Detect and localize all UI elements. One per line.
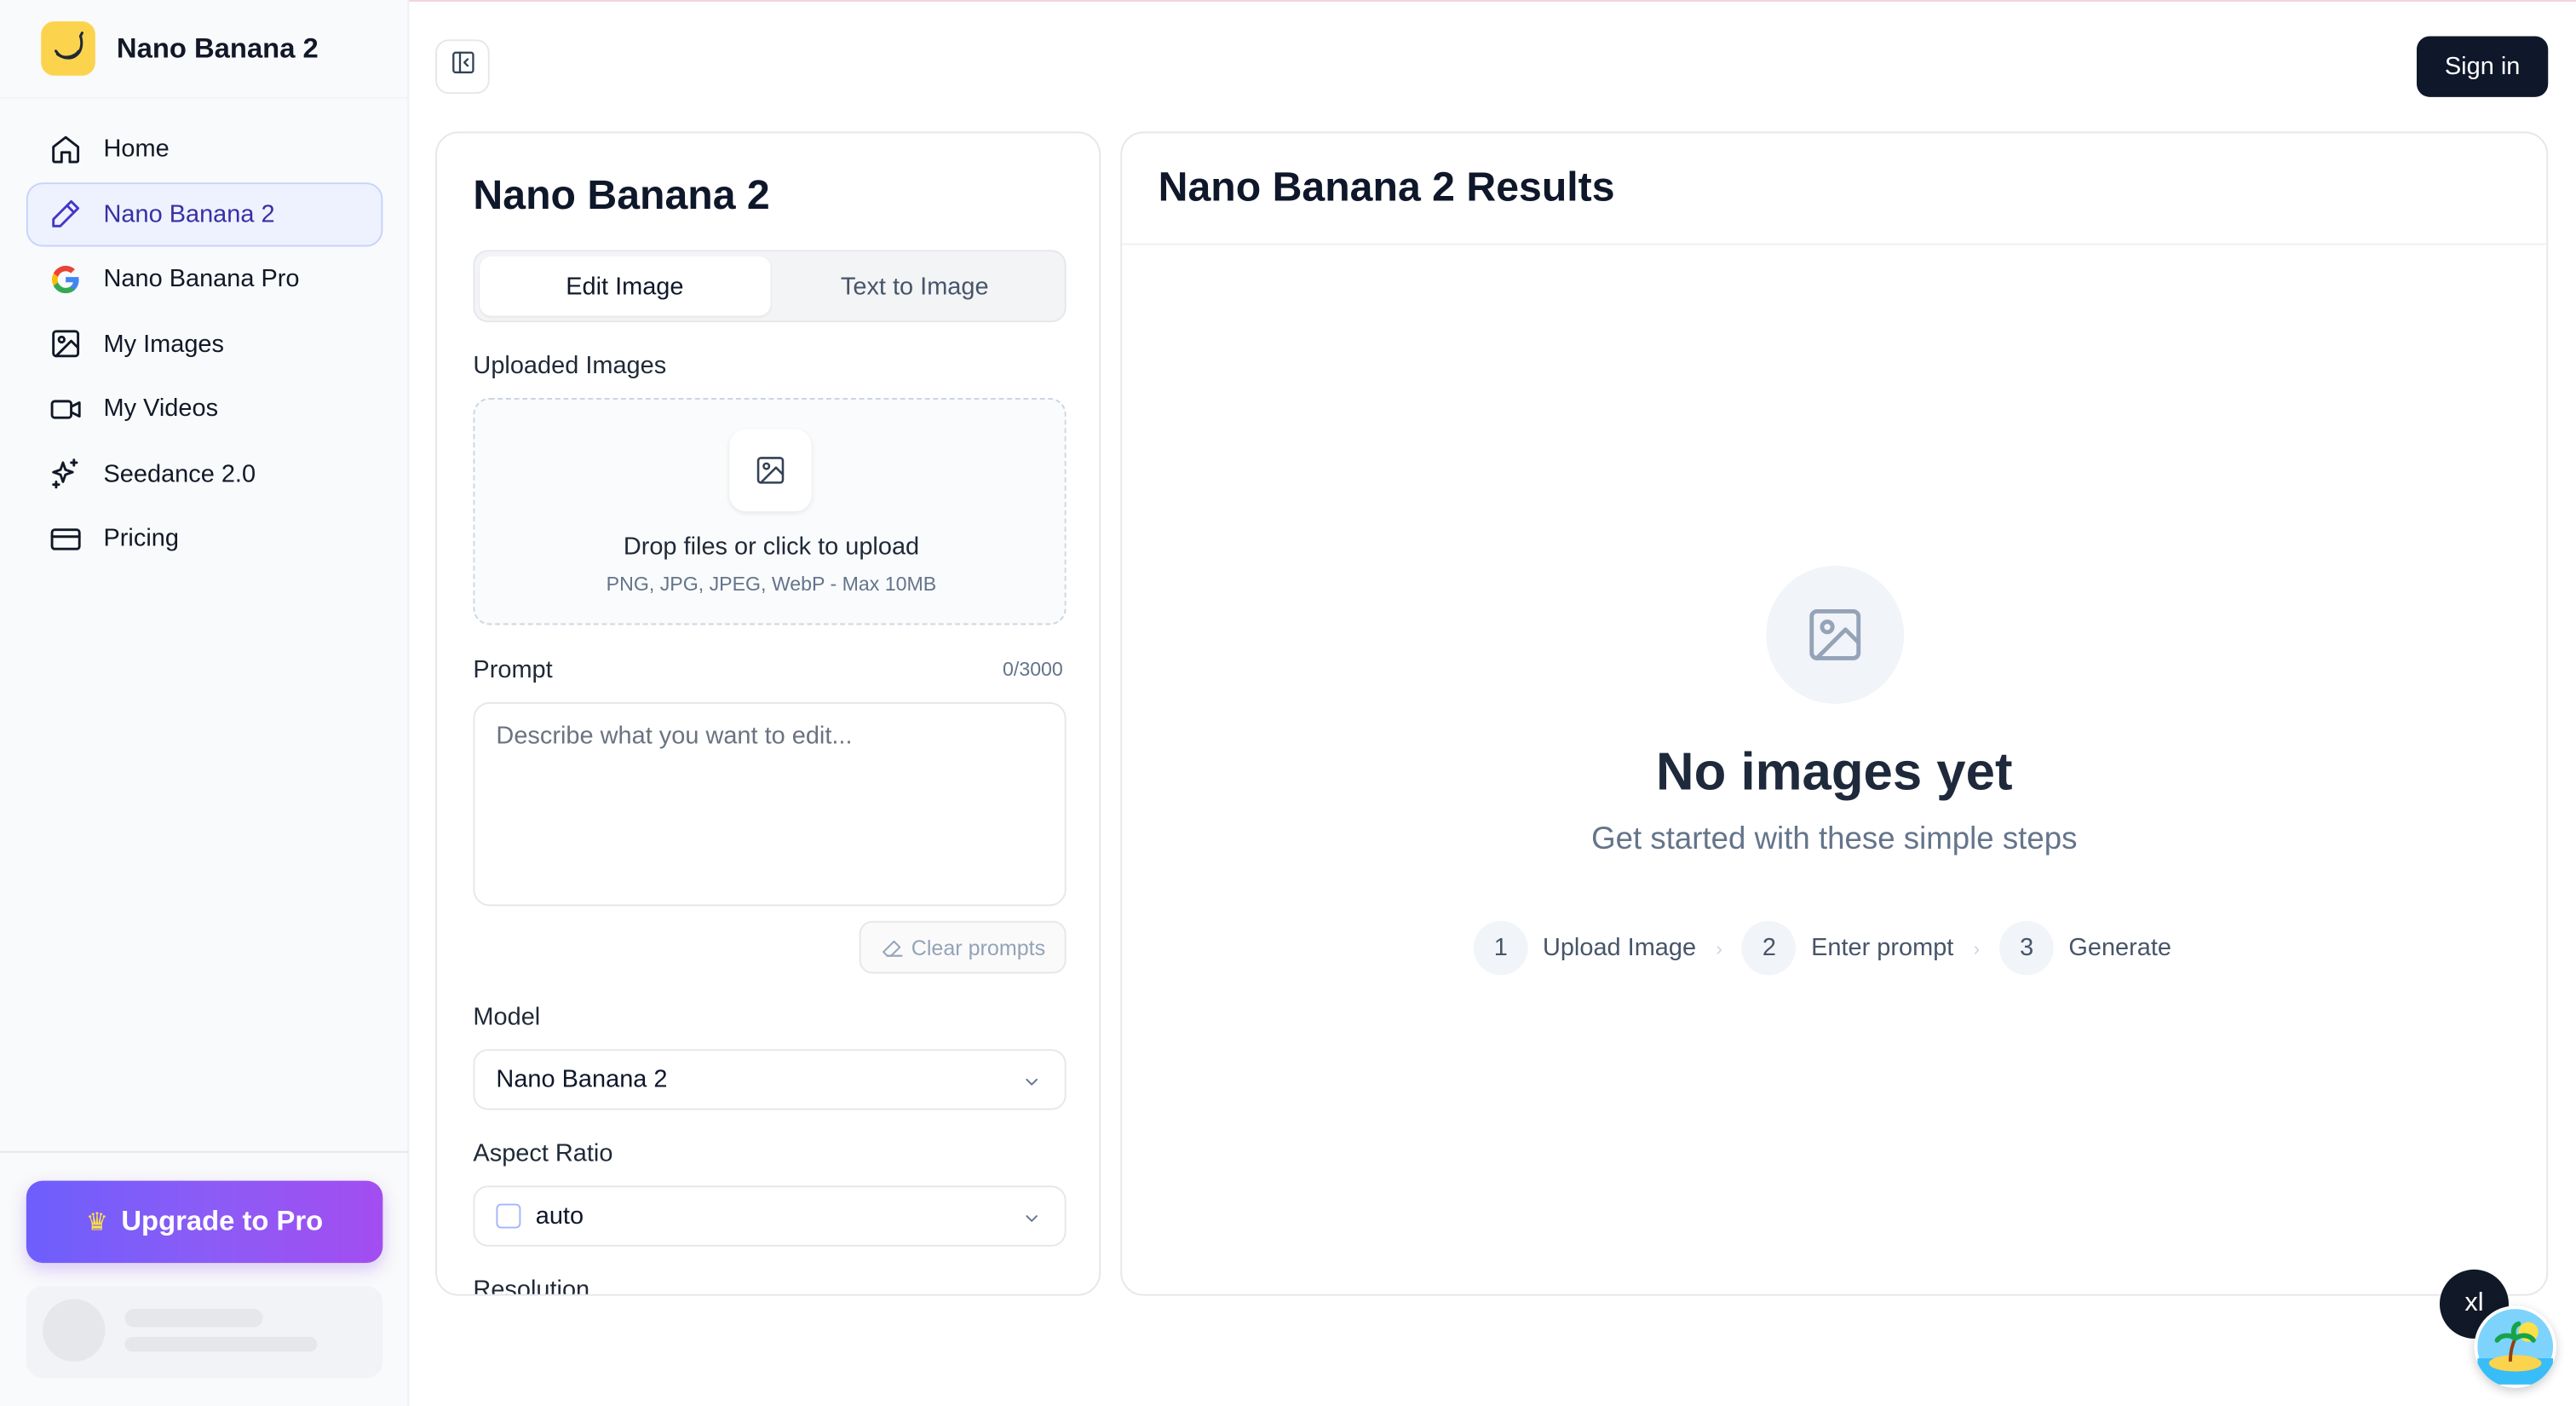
clear-prompts-label: Clear prompts — [911, 935, 1046, 960]
upload-formats: PNG, JPG, JPEG, WebP - Max 10MB — [606, 572, 937, 596]
editor-panel: Nano Banana 2 Edit Image Text to Image U… — [435, 131, 1101, 1296]
divider — [0, 1150, 410, 1153]
resolution-label: Resolution — [473, 1276, 590, 1296]
prompt-input[interactable] — [473, 702, 1067, 907]
aspect-ratio-label: Aspect Ratio — [473, 1139, 613, 1168]
sidebar-toggle-button[interactable] — [435, 39, 490, 94]
tab-edit-image[interactable]: Edit Image — [480, 256, 770, 316]
sparkles-icon — [49, 457, 83, 490]
step-number: 1 — [1473, 920, 1528, 976]
sidebar: Nano Banana 2 Home Nano Banana 2 Nano Ba… — [0, 0, 410, 1406]
upload-instructions: Drop files or click to upload — [623, 533, 920, 562]
prompt-char-count: 0/3000 — [1003, 657, 1063, 681]
crown-icon: ♛ — [86, 1208, 108, 1237]
pen-icon — [49, 198, 83, 231]
model-label: Model — [473, 1003, 541, 1031]
brand[interactable]: Nano Banana 2 — [41, 21, 319, 76]
image-upload-icon — [729, 429, 812, 512]
sidebar-item-label: Home — [103, 135, 170, 164]
results-panel: Nano Banana 2 Results No images yet Get … — [1120, 131, 2549, 1296]
results-title: Nano Banana 2 Results — [1158, 164, 1615, 211]
step-label: Upload Image — [1542, 934, 1697, 962]
empty-state-subtitle: Get started with these simple steps — [1591, 821, 2078, 857]
chevron-down-icon — [1022, 1207, 1042, 1235]
sidebar-item-nano-banana-pro[interactable]: Nano Banana Pro — [26, 246, 383, 310]
panel-collapse-icon — [449, 49, 475, 84]
prompt-label: Prompt — [473, 655, 553, 684]
sidebar-item-my-videos[interactable]: My Videos — [26, 377, 383, 441]
tab-text-to-image[interactable]: Text to Image — [770, 256, 1060, 315]
sidebar-nav: Home Nano Banana 2 Nano Banana Pro My Im… — [26, 117, 383, 572]
sign-in-button[interactable]: Sign in — [2416, 36, 2549, 97]
clear-prompts-button[interactable]: Clear prompts — [859, 920, 1067, 974]
brand-name: Nano Banana 2 — [116, 32, 319, 64]
step-number: 2 — [1742, 920, 1797, 976]
divider — [1122, 243, 2547, 245]
aspect-ratio-value: auto — [535, 1201, 584, 1230]
sidebar-item-label: My Images — [103, 329, 224, 358]
empty-state-title: No images yet — [1656, 741, 2013, 801]
card-icon — [49, 522, 83, 556]
model-value: Nano Banana 2 — [496, 1065, 668, 1094]
avatar — [43, 1299, 106, 1362]
image-icon — [49, 327, 83, 360]
sidebar-item-my-images[interactable]: My Images — [26, 312, 383, 376]
model-select[interactable]: Nano Banana 2 — [473, 1049, 1067, 1110]
beach-avatar-icon[interactable] — [2474, 1305, 2556, 1388]
google-icon — [49, 262, 83, 296]
sidebar-item-nano-banana-2[interactable]: Nano Banana 2 — [26, 182, 383, 246]
eraser-icon — [880, 936, 903, 959]
image-placeholder-icon — [1766, 565, 1905, 704]
sidebar-item-pricing[interactable]: Pricing — [26, 506, 383, 570]
aspect-ratio-select[interactable]: auto — [473, 1185, 1067, 1247]
banana-logo-icon — [41, 21, 95, 76]
divider — [0, 96, 410, 99]
chevron-right-icon: › — [1973, 936, 1981, 960]
upload-dropzone[interactable]: Drop files or click to upload PNG, JPG, … — [473, 398, 1067, 625]
aspect-ratio-swatch-icon — [496, 1203, 521, 1229]
sidebar-item-label: Seedance 2.0 — [103, 459, 256, 488]
user-profile-skeleton — [26, 1286, 383, 1379]
sidebar-item-label: My Videos — [103, 395, 219, 423]
upgrade-label: Upgrade to Pro — [121, 1205, 324, 1237]
sidebar-item-label: Nano Banana Pro — [103, 264, 300, 293]
page-title: Nano Banana 2 — [473, 172, 770, 219]
sidebar-item-label: Pricing — [103, 524, 179, 553]
skeleton-line — [124, 1309, 263, 1328]
sidebar-item-home[interactable]: Home — [26, 117, 383, 181]
upgrade-button[interactable]: ♛ Upgrade to Pro — [26, 1180, 383, 1264]
uploaded-images-label: Uploaded Images — [473, 351, 667, 380]
chevron-down-icon — [1022, 1070, 1042, 1098]
home-icon — [49, 132, 83, 165]
step-number: 3 — [1999, 920, 2054, 976]
video-icon — [49, 392, 83, 425]
chevron-right-icon: › — [1716, 936, 1722, 960]
mode-tabs: Edit Image Text to Image — [473, 250, 1067, 323]
step-label: Generate — [2068, 934, 2171, 962]
sidebar-item-seedance[interactable]: Seedance 2.0 — [26, 441, 383, 505]
steps-guide: 1 Upload Image › 2 Enter prompt › 3 Gene… — [1473, 920, 2171, 976]
skeleton-line — [124, 1336, 318, 1352]
sidebar-item-label: Nano Banana 2 — [103, 199, 275, 228]
step-label: Enter prompt — [1811, 934, 1954, 962]
